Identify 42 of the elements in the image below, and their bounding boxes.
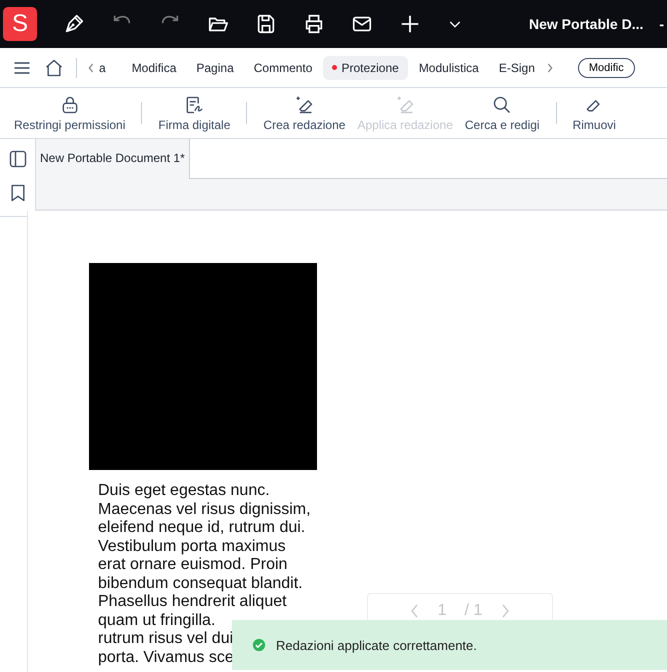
- document-text: Maecenas vel risus dignissim,: [98, 500, 311, 519]
- signature-icon: [184, 94, 204, 114]
- page-total: / 1: [464, 602, 482, 620]
- ribbon-tab[interactable]: Pagina: [187, 56, 243, 80]
- pen-icon[interactable]: [63, 13, 85, 35]
- eraser-icon: [395, 94, 416, 114]
- ribbon-tab[interactable]: E-Sign: [490, 56, 544, 80]
- tool-button[interactable]: Firma digitale: [152, 94, 236, 132]
- home-icon[interactable]: [44, 58, 64, 78]
- app-logo[interactable]: S: [3, 7, 37, 41]
- tool-button[interactable]: Crea redazione: [257, 94, 352, 132]
- save-icon[interactable]: [255, 13, 277, 35]
- ribbon-tab[interactable]: Protezione: [323, 56, 408, 80]
- eraser-icon: [294, 94, 314, 114]
- search-icon: [492, 94, 512, 114]
- print-icon[interactable]: [303, 13, 325, 35]
- document-text: Phasellus hendrerit aliquet: [98, 593, 287, 612]
- ribbon-tab[interactable]: Commento: [244, 56, 322, 80]
- document-text: quam ut fringilla.: [98, 612, 216, 630]
- ribbon-tab[interactable]: Modulistica: [410, 56, 488, 80]
- document-text: eleifend neque id, rutrum dui.: [98, 519, 306, 538]
- lock-icon: [60, 94, 80, 114]
- plus-icon[interactable]: [399, 13, 421, 35]
- tool-button[interactable]: Restringi permissioni: [8, 94, 132, 132]
- ribbon-tab[interactable]: Modifica: [122, 56, 186, 80]
- ribbon-tab[interactable]: a: [95, 56, 115, 80]
- chevron-left-icon[interactable]: [87, 60, 95, 74]
- mode-button[interactable]: Modific: [578, 58, 635, 78]
- document-text: bibendum consequat blandit.: [98, 574, 303, 593]
- tool-button[interactable]: Cerca e redigi: [458, 94, 546, 132]
- panel-icon[interactable]: [8, 149, 28, 169]
- document-text: erat ornare euismod. Proin: [98, 556, 288, 574]
- toast-message: Redazioni applicate correttamente.: [276, 638, 477, 652]
- document-text: Duis eget egestas nunc.: [98, 482, 270, 500]
- document-text: Vestibulum porta maximus: [98, 538, 286, 556]
- document-text: rutrum risus vel dui: [98, 630, 234, 648]
- document-text: porta. Vivamus sce: [98, 648, 234, 667]
- chevron-right-icon[interactable]: [546, 60, 554, 74]
- tool-button[interactable]: Rimuovi: [566, 94, 622, 132]
- check-icon: [252, 638, 266, 652]
- window-title: New Portable D...: [529, 16, 644, 32]
- minimize-button[interactable]: -: [659, 16, 664, 32]
